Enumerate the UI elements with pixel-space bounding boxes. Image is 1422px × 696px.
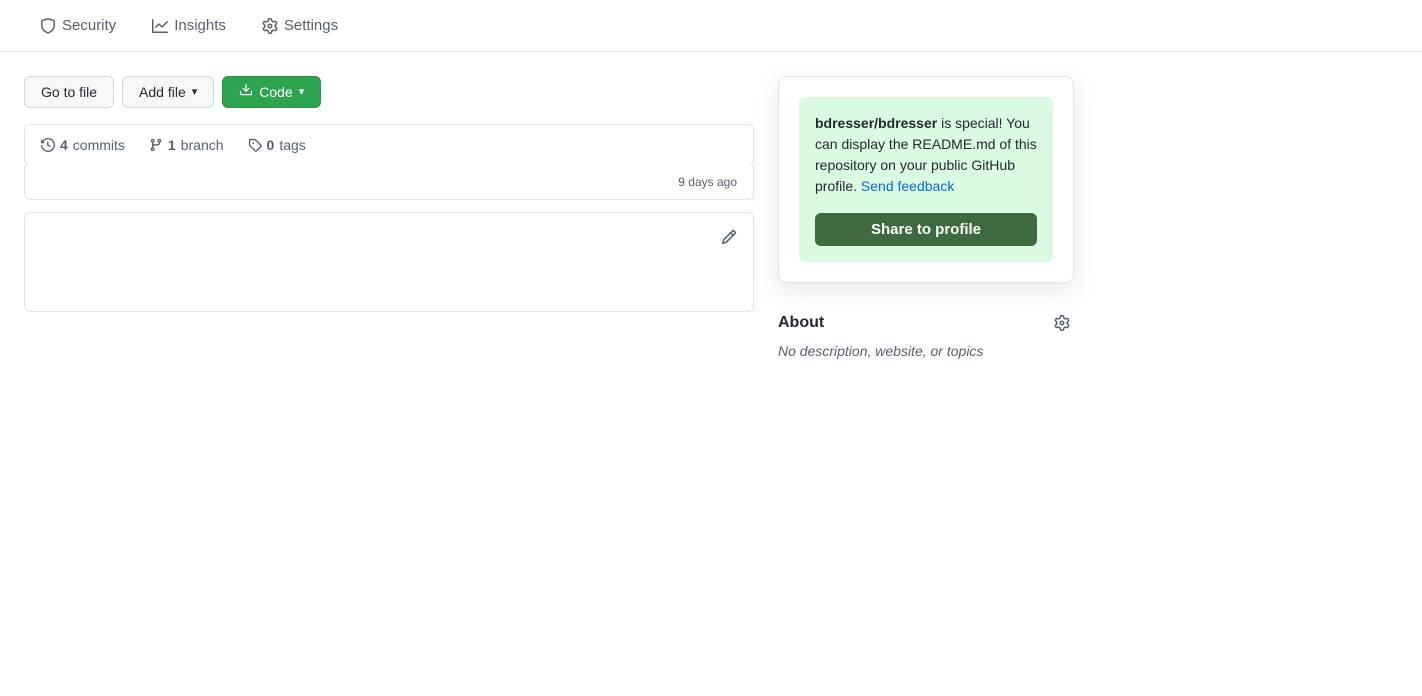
- popup-repo-name: bdresser/bdresser: [815, 115, 937, 131]
- share-btn-label: Share to profile: [871, 221, 981, 238]
- time-ago: 9 days ago: [678, 175, 737, 189]
- popup-description: bdresser/bdresser is special! You can di…: [815, 113, 1037, 197]
- right-panel: bdresser/bdresser is special! You can di…: [778, 76, 1074, 367]
- share-to-profile-button[interactable]: Share to profile: [815, 213, 1037, 246]
- gear-nav-icon: [262, 18, 278, 34]
- tag-icon: [248, 138, 262, 152]
- about-description: No description, website, or topics: [778, 343, 1074, 359]
- shield-icon: [40, 18, 56, 34]
- code-label: Code: [259, 82, 292, 102]
- history-icon: [41, 138, 55, 152]
- chevron-down-icon: ▾: [192, 82, 198, 102]
- commits-count: 4: [60, 137, 68, 153]
- about-section: About No description, website, or topics: [778, 303, 1074, 367]
- about-settings-button[interactable]: [1050, 311, 1074, 335]
- graph-icon: [152, 18, 168, 34]
- tags-label: tags: [279, 137, 305, 153]
- commits-stat[interactable]: 4 commits: [41, 137, 125, 153]
- nav-item-security[interactable]: Security: [24, 9, 132, 42]
- code-chevron-icon: ▾: [299, 82, 305, 102]
- branches-count: 1: [168, 137, 176, 153]
- tags-count: 0: [267, 137, 275, 153]
- file-area: [24, 212, 754, 312]
- toolbar-row: Go to file Add file ▾ Code ▾: [24, 76, 754, 108]
- code-button[interactable]: Code ▾: [222, 76, 321, 108]
- branch-icon: [149, 138, 163, 152]
- top-nav: Security Insights Settings: [0, 0, 1422, 52]
- commits-label: commits: [73, 137, 125, 153]
- nav-settings-label: Settings: [284, 17, 338, 34]
- download-icon: [239, 82, 253, 102]
- nav-item-insights[interactable]: Insights: [136, 9, 242, 42]
- commits-row: 4 commits 1 branch 0 tags: [24, 124, 754, 166]
- add-file-label: Add file: [139, 82, 186, 102]
- add-file-button[interactable]: Add file ▾: [122, 76, 214, 108]
- tags-stat[interactable]: 0 tags: [248, 137, 306, 153]
- nav-security-label: Security: [62, 17, 116, 34]
- branches-stat[interactable]: 1 branch: [149, 137, 224, 153]
- about-title: About: [778, 314, 824, 332]
- left-panel: Go to file Add file ▾ Code ▾: [24, 76, 754, 367]
- feedback-link[interactable]: Send feedback: [861, 178, 954, 194]
- about-header: About: [778, 311, 1074, 335]
- popup-card: bdresser/bdresser is special! You can di…: [778, 76, 1074, 283]
- time-row: 9 days ago: [24, 165, 754, 200]
- nav-item-settings[interactable]: Settings: [246, 9, 354, 42]
- go-to-file-label: Go to file: [41, 82, 97, 102]
- popup-inner: bdresser/bdresser is special! You can di…: [799, 97, 1053, 262]
- pencil-icon[interactable]: [721, 229, 737, 248]
- nav-insights-label: Insights: [174, 17, 226, 34]
- go-to-file-button[interactable]: Go to file: [24, 76, 114, 108]
- main-content: Go to file Add file ▾ Code ▾: [0, 52, 1422, 367]
- branches-label: branch: [181, 137, 224, 153]
